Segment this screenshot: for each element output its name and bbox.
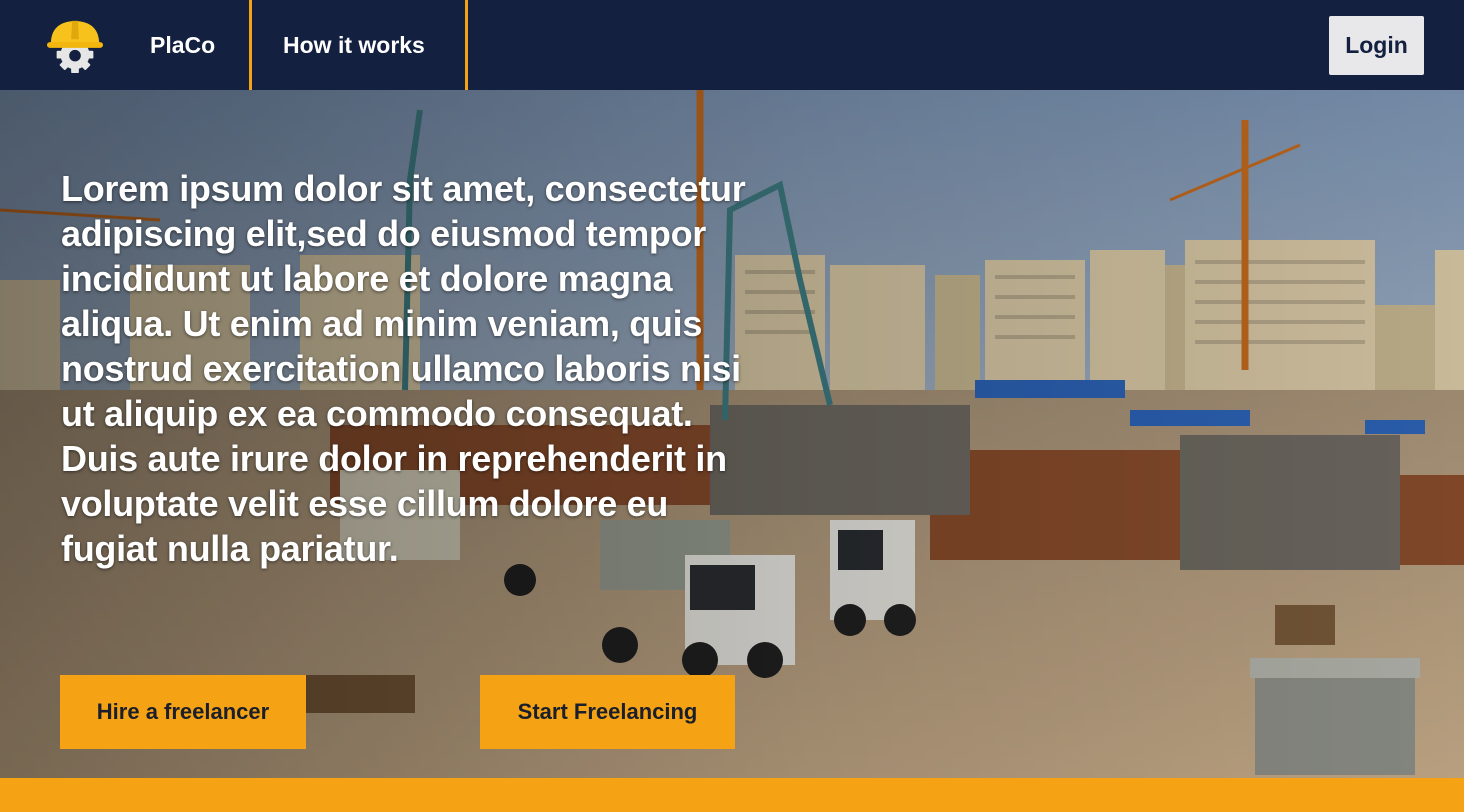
helmet-gear-icon[interactable] [46,16,104,74]
login-button[interactable]: Login [1329,16,1424,75]
bottom-accent-strip [0,778,1464,812]
hero-headline: Lorem ipsum dolor sit amet, consectetur … [61,168,746,569]
nav-divider [465,0,468,90]
hire-freelancer-button[interactable]: Hire a freelancer [60,675,306,749]
nav-divider [249,0,252,90]
brand-link[interactable]: PlaCo [150,0,215,90]
hero-section: Lorem ipsum dolor sit amet, consectetur … [0,90,1464,778]
nav-link-how-it-works[interactable]: How it works [283,0,425,90]
top-navbar: PlaCo How it works Login [0,0,1464,90]
start-freelancing-button[interactable]: Start Freelancing [480,675,735,749]
